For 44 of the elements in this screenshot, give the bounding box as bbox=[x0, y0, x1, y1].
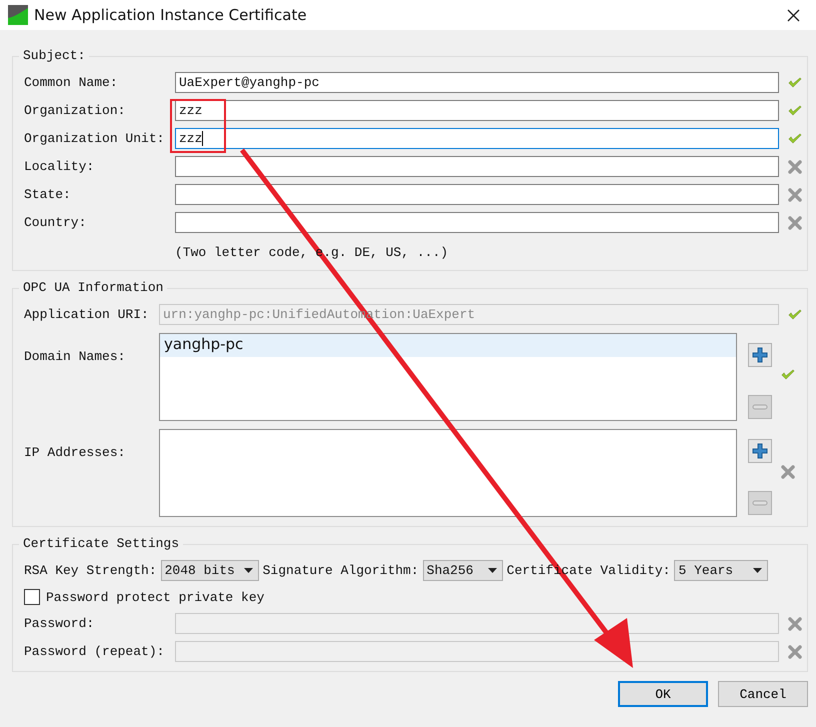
text-field[interactable] bbox=[175, 212, 779, 233]
field-label: Password (repeat): bbox=[24, 644, 166, 659]
field-label: Locality: bbox=[24, 159, 96, 174]
add-button[interactable] bbox=[748, 343, 772, 367]
dropdown[interactable]: Sha256 bbox=[422, 560, 503, 581]
text-field[interactable]: UaExpert@yanghp-pc bbox=[175, 72, 779, 93]
plus-icon bbox=[752, 347, 768, 363]
text-field[interactable]: zzz bbox=[175, 128, 779, 149]
close-icon bbox=[786, 8, 800, 22]
text-field[interactable]: zzz bbox=[175, 100, 779, 121]
add-button[interactable] bbox=[748, 439, 772, 463]
ok-button[interactable]: OK bbox=[618, 681, 708, 707]
field-label: Common Name: bbox=[24, 75, 119, 90]
dropdown[interactable]: 5 Years bbox=[674, 560, 768, 581]
cancel-button[interactable]: Cancel bbox=[718, 681, 808, 707]
field-label: Organization Unit: bbox=[24, 131, 166, 146]
caret-icon bbox=[753, 568, 762, 573]
caret-icon bbox=[488, 568, 497, 573]
plus-icon bbox=[752, 443, 768, 459]
group-title: Subject: bbox=[19, 48, 90, 64]
field-label: IP Addresses: bbox=[24, 444, 126, 460]
caret-icon bbox=[244, 568, 253, 573]
text-field[interactable] bbox=[175, 156, 779, 177]
field-label: Password: bbox=[24, 616, 96, 631]
list-box[interactable] bbox=[159, 429, 737, 517]
field-label: Application URI: bbox=[24, 307, 150, 322]
field-label: Organization: bbox=[24, 103, 126, 118]
app-icon bbox=[8, 5, 28, 25]
dropdown-label: Signature Algorithm: bbox=[262, 563, 419, 578]
annotation-box bbox=[170, 99, 226, 153]
checkbox[interactable] bbox=[24, 589, 40, 605]
dropdown-label: RSA Key Strength: bbox=[24, 563, 157, 578]
field-label: State: bbox=[24, 187, 72, 202]
dropdown[interactable]: 2048 bits bbox=[160, 560, 259, 581]
list-item[interactable]: yanghp-pc bbox=[160, 334, 736, 357]
text-field[interactable] bbox=[175, 184, 779, 205]
window-title: New Application Instance Certificate bbox=[34, 6, 308, 24]
minus-icon bbox=[752, 500, 768, 506]
minus-icon bbox=[752, 404, 768, 410]
list-box[interactable]: yanghp-pc bbox=[159, 333, 737, 421]
field-label: Country: bbox=[24, 215, 88, 230]
checkbox-label: Password protect private key bbox=[46, 590, 264, 604]
group-title: Certificate Settings bbox=[19, 536, 184, 552]
field-label: Domain Names: bbox=[24, 348, 126, 364]
